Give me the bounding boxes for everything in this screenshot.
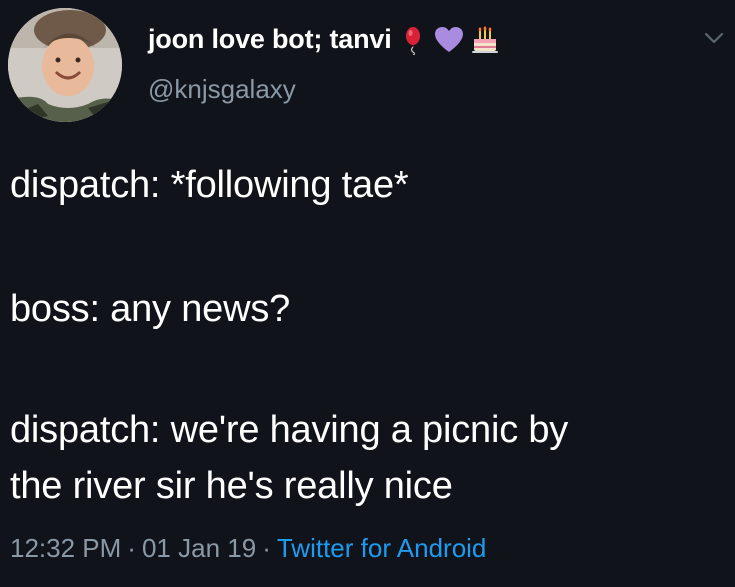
- avatar[interactable]: [8, 8, 122, 122]
- display-name[interactable]: joon love bot; tanvi: [148, 24, 392, 55]
- display-name-row[interactable]: joon love bot; tanvi: [148, 24, 500, 55]
- red-balloon-emoji: [398, 25, 428, 55]
- tweet-date[interactable]: 01 Jan 19: [142, 533, 256, 563]
- purple-heart-emoji: [434, 25, 464, 55]
- tweet-time[interactable]: 12:32 PM: [10, 533, 121, 563]
- tweet-metadata: 12:32 PM · 01 Jan 19 · Twitter for Android: [10, 528, 486, 568]
- user-handle[interactable]: @knjsgalaxy: [148, 74, 296, 105]
- tweet-text-line: dispatch: *following tae*: [10, 164, 409, 206]
- tweet-text-line: dispatch: we're having a picnic by: [10, 409, 569, 451]
- tweet-source-link[interactable]: Twitter for Android: [277, 533, 487, 563]
- tweet-text-line: the river sir he's really nice: [10, 465, 453, 507]
- tweet-text-line: boss: any news?: [10, 288, 291, 330]
- chevron-down-icon[interactable]: [700, 24, 728, 52]
- avatar-photo: [8, 8, 122, 122]
- separator-dot: ·: [127, 533, 136, 563]
- birthday-cake-emoji: [470, 25, 500, 55]
- separator-dot: ·: [262, 533, 271, 563]
- tweet-card: joon love bot; tanvi @knjsgalaxy dispatc…: [0, 0, 735, 587]
